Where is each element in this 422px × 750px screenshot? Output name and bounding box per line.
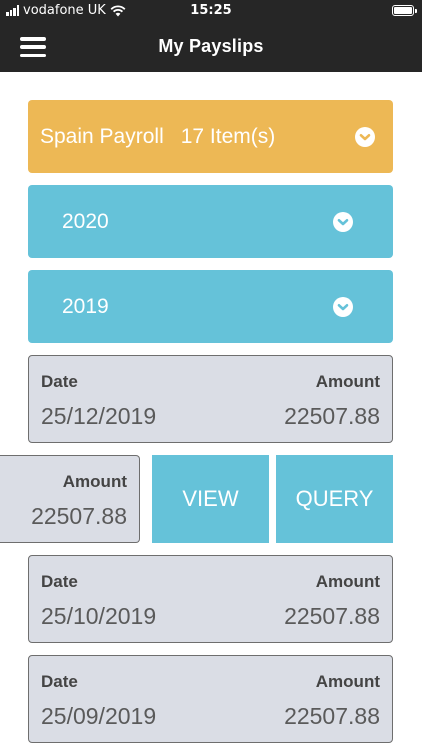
date-label: Date: [41, 372, 78, 391]
payslip-amount: 22507.88: [31, 503, 127, 529]
status-bar: vodafone UK 15:25: [0, 0, 422, 22]
payslip-list[interactable]: Spain Payroll 17 Item(s) 2020 2019 Date …: [0, 72, 422, 750]
year-label: 2020: [62, 209, 109, 233]
query-button[interactable]: QUERY: [276, 455, 393, 543]
payslips-screen: vodafone UK 15:25 My Payslips Spain Payr…: [0, 0, 422, 750]
app-header: vodafone UK 15:25 My Payslips: [0, 0, 422, 72]
payslip-row[interactable]: Date Amount 25/12/2019 22507.88: [28, 355, 393, 443]
payroll-name: Spain Payroll: [40, 124, 164, 148]
payslip-amount: 22507.88: [284, 603, 380, 629]
payslip-row[interactable]: Date Amount 25/10/2019 22507.88: [28, 555, 393, 643]
payslip-amount: 22507.88: [284, 703, 380, 729]
year-label: 2019: [62, 294, 109, 318]
chevron-down-icon[interactable]: [333, 211, 353, 232]
year-group-2019[interactable]: 2019: [28, 270, 393, 343]
amount-label: Amount: [315, 372, 380, 391]
payslip-row-swiped[interactable]: Amount 22507.88: [0, 455, 140, 543]
payslip-date: 25/10/2019: [41, 603, 157, 629]
chevron-down-icon[interactable]: [333, 296, 353, 317]
amount-label: Amount: [62, 472, 127, 491]
view-button[interactable]: VIEW: [152, 455, 269, 543]
amount-label: Amount: [315, 672, 380, 691]
payslip-date: 25/09/2019: [41, 703, 157, 729]
year-group-2020[interactable]: 2020: [28, 185, 393, 258]
chevron-down-icon[interactable]: [355, 126, 375, 147]
page-title: My Payslips: [158, 36, 264, 56]
payslip-date: 25/12/2019: [41, 403, 157, 429]
date-label: Date: [41, 672, 78, 691]
payslip-row[interactable]: Date Amount 25/09/2019 22507.88: [28, 655, 393, 743]
status-time: 15:25: [190, 3, 232, 18]
payroll-group-header[interactable]: Spain Payroll 17 Item(s): [28, 100, 393, 173]
payslip-amount: 22507.88: [284, 403, 380, 429]
amount-label: Amount: [315, 572, 380, 591]
payroll-count: 17 Item(s): [180, 124, 276, 148]
date-label: Date: [41, 572, 78, 591]
battery-icon: [392, 5, 417, 16]
